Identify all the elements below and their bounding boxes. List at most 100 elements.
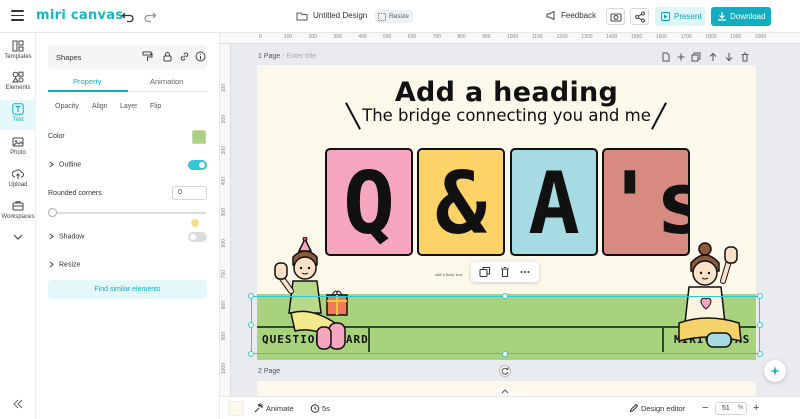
subtab-layer[interactable]: Layer bbox=[120, 103, 138, 110]
animate-icon bbox=[254, 403, 263, 413]
design-editor-button[interactable]: Design editor bbox=[629, 403, 685, 413]
tab-animation[interactable]: Animation bbox=[150, 77, 183, 86]
link-icon[interactable] bbox=[179, 51, 190, 62]
collapse-panel-icon[interactable] bbox=[12, 399, 24, 409]
duration-button[interactable]: 5s bbox=[310, 404, 330, 413]
menu-icon[interactable] bbox=[11, 10, 24, 22]
resize-handle-mr[interactable] bbox=[757, 322, 763, 328]
feedback-button[interactable]: Feedback bbox=[546, 10, 597, 21]
animate-button[interactable]: Animate bbox=[254, 403, 294, 413]
folder-icon[interactable] bbox=[296, 10, 308, 22]
info-icon[interactable] bbox=[195, 51, 206, 62]
ai-assistant-button[interactable] bbox=[764, 360, 786, 382]
resize-handle-bl[interactable] bbox=[248, 351, 254, 357]
outline-row[interactable]: Outline bbox=[48, 161, 208, 168]
find-similar-button[interactable]: Find similar elements bbox=[48, 280, 207, 299]
screenshot-button[interactable] bbox=[606, 8, 625, 25]
rounded-corners-input[interactable]: 0 bbox=[172, 186, 207, 200]
paint-roller-icon[interactable] bbox=[142, 51, 153, 62]
feedback-label: Feedback bbox=[561, 11, 597, 20]
download-label: Download bbox=[730, 12, 766, 21]
color-swatch[interactable] bbox=[192, 130, 206, 144]
rail-item-text[interactable]: Text bbox=[0, 100, 36, 130]
more-options-icon[interactable] bbox=[519, 266, 531, 278]
rotate-handle[interactable] bbox=[499, 365, 511, 377]
heading-text[interactable]: Add a heading bbox=[257, 77, 756, 108]
subtab-align[interactable]: Align bbox=[92, 103, 108, 110]
resize-handle-bc[interactable] bbox=[502, 351, 508, 357]
shadow-row[interactable]: Shadow bbox=[48, 233, 208, 240]
ruler-tick-label: 700 bbox=[432, 34, 441, 40]
resize-handle-tl[interactable] bbox=[248, 293, 254, 299]
download-button[interactable]: Download bbox=[711, 7, 771, 26]
shadow-toggle[interactable] bbox=[188, 232, 207, 242]
outline-toggle[interactable] bbox=[188, 160, 207, 170]
resize-handle-tc[interactable] bbox=[502, 293, 508, 299]
canvas-area[interactable]: 0 100 200 300 400 500 600 700 800 900 1000 1100 1200… bbox=[220, 33, 800, 396]
cursor-highlight bbox=[191, 219, 199, 227]
subtab-flip[interactable]: Flip bbox=[150, 103, 161, 110]
left-rail: Templates Elements Text Photo Upload Wor… bbox=[0, 33, 36, 419]
rail-item-photo[interactable]: Photo bbox=[0, 133, 36, 163]
zoom-out-button[interactable]: − bbox=[702, 402, 708, 414]
resize-handle-br[interactable] bbox=[757, 351, 763, 357]
add-page-icon[interactable] bbox=[676, 52, 686, 62]
ruler-tick-label: 100 bbox=[221, 84, 227, 93]
resize-button[interactable]: Resize bbox=[375, 10, 413, 23]
resize-row[interactable]: Resize bbox=[48, 261, 208, 268]
move-down-icon[interactable] bbox=[724, 52, 734, 62]
rounded-corners-slider[interactable] bbox=[51, 212, 206, 214]
letter-card-ampersand[interactable]: & bbox=[417, 148, 505, 256]
document-title[interactable]: Untitled Design bbox=[313, 11, 367, 20]
workspaces-icon bbox=[12, 201, 24, 211]
color-row: Color bbox=[48, 133, 208, 140]
page-2-label[interactable]: 2 Page bbox=[258, 368, 280, 375]
sparkle-icon bbox=[770, 366, 780, 376]
redo-icon[interactable] bbox=[143, 9, 157, 23]
lock-icon[interactable] bbox=[162, 51, 173, 62]
selection-box[interactable] bbox=[251, 296, 760, 354]
animate-label: Animate bbox=[266, 404, 294, 413]
duration-label: 5s bbox=[322, 404, 330, 413]
subtab-opacity[interactable]: Opacity bbox=[55, 103, 79, 110]
page-1-label[interactable]: 1 Page - Enter title bbox=[258, 53, 316, 60]
rail-label: Workspaces bbox=[1, 214, 35, 220]
zoom-unit: % bbox=[738, 405, 744, 411]
body-text[interactable]: add a body text bbox=[435, 272, 463, 277]
page-title-input[interactable]: - Enter title bbox=[282, 53, 316, 60]
rail-label: Elements bbox=[5, 85, 31, 91]
rail-item-workspaces[interactable]: Workspaces bbox=[0, 197, 36, 227]
letter-card-a[interactable]: A bbox=[510, 148, 598, 256]
delete-page-icon[interactable] bbox=[740, 52, 750, 62]
subheading-text[interactable]: The bridge connecting you and me bbox=[257, 106, 756, 125]
move-up-icon[interactable] bbox=[708, 52, 718, 62]
slider-handle[interactable] bbox=[48, 208, 57, 217]
present-label: Present bbox=[674, 12, 702, 21]
scroll-up-chip[interactable] bbox=[497, 387, 513, 396]
rail-item-elements[interactable]: Elements bbox=[0, 68, 36, 98]
page-note-icon[interactable] bbox=[661, 52, 671, 62]
megaphone-icon bbox=[546, 10, 555, 21]
rail-item-templates[interactable]: Templates bbox=[0, 37, 36, 67]
chevron-down-icon[interactable] bbox=[12, 233, 24, 241]
share-button[interactable] bbox=[630, 8, 649, 25]
duplicate-icon[interactable] bbox=[479, 266, 491, 278]
page-thumbnail[interactable] bbox=[228, 401, 244, 416]
present-button[interactable]: Present bbox=[655, 7, 705, 26]
ruler-tick-label: 1000 bbox=[507, 34, 519, 40]
trash-icon[interactable] bbox=[499, 266, 511, 278]
share-icon bbox=[635, 11, 645, 23]
letter-card-s[interactable]: 's bbox=[602, 148, 690, 256]
resize-handle-tr[interactable] bbox=[757, 293, 763, 299]
app-logo[interactable]: miri canvas bbox=[36, 8, 123, 23]
ruler-tick-label: 1300 bbox=[581, 34, 593, 40]
undo-icon[interactable] bbox=[121, 9, 135, 23]
duplicate-page-icon[interactable] bbox=[691, 52, 701, 62]
zoom-in-button[interactable]: + bbox=[753, 402, 759, 414]
rail-item-upload[interactable]: Upload bbox=[0, 165, 36, 195]
tab-property[interactable]: Property bbox=[73, 77, 101, 86]
ruler-tick-label: 400 bbox=[221, 177, 227, 186]
ruler-tick-label: 700 bbox=[221, 270, 227, 279]
ruler-tick-label: 200 bbox=[308, 34, 317, 40]
resize-handle-ml[interactable] bbox=[248, 322, 254, 328]
